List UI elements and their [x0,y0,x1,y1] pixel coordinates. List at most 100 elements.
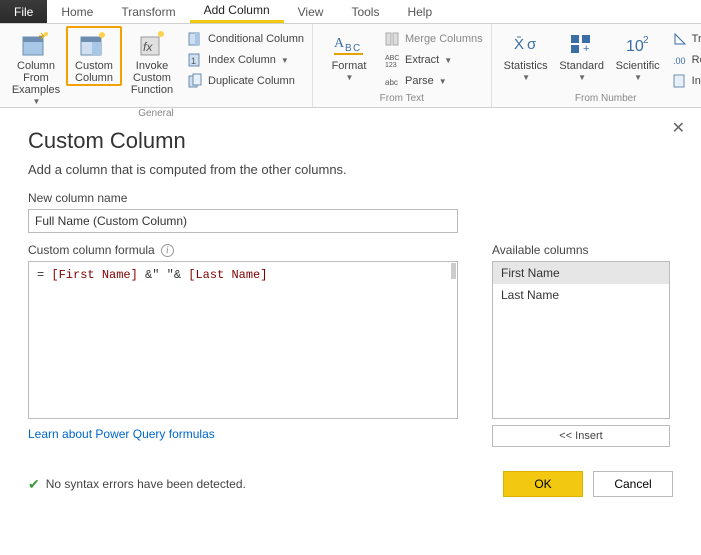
ribbon: Column From Examples ▼ Custom Column fx … [0,24,701,108]
tab-transform[interactable]: Transform [107,0,189,23]
merge-icon [385,31,401,47]
duplicate-column-label: Duplicate Column [208,75,295,87]
group-from-text-label: From Text [319,93,485,107]
chevron-down-icon: ▼ [444,56,452,65]
formula-input[interactable]: = [First Name] &" "& [Last Name] [28,261,458,419]
custom-column-label: Custom Column [68,60,120,84]
conditional-column-button[interactable]: Conditional Column [186,30,306,48]
svg-text:10: 10 [626,38,644,55]
standard-icon: + [566,30,598,58]
dialog-subtitle: Add a column that is computed from the o… [28,162,673,177]
svg-text:123: 123 [385,62,397,68]
extract-button[interactable]: ABC123 Extract ▼ [383,51,485,69]
svg-text:+: + [583,43,589,55]
parse-label: Parse [405,75,434,87]
round-label: Rou [692,54,701,66]
svg-text:X̄: X̄ [514,36,524,53]
trigonometry-button[interactable]: Trig [670,30,701,48]
svg-text:ABC: ABC [385,55,399,62]
info-icon [672,73,688,89]
scientific-button[interactable]: 102 Scientific▼ [610,26,666,84]
extract-icon: ABC123 [385,52,401,68]
svg-text:1: 1 [191,56,196,66]
info-icon[interactable]: i [161,244,174,257]
table-spark-icon [20,30,52,58]
tab-file[interactable]: File [0,0,47,23]
format-icon: ABC [333,30,365,58]
custom-column-dialog: ✕ Custom Column Add a column that is com… [0,108,701,515]
dialog-title: Custom Column [28,128,673,154]
new-column-name-input[interactable] [28,209,458,233]
ok-button[interactable]: OK [503,471,583,497]
close-icon[interactable]: ✕ [672,118,685,138]
svg-text:A: A [334,36,345,51]
format-label: Format [332,60,367,72]
group-from-number: X̄σ Statistics▼ + Standard▼ 102 Scientif… [492,24,701,107]
chevron-down-icon: ▼ [578,72,586,84]
statistics-button[interactable]: X̄σ Statistics▼ [498,26,554,84]
tab-tools[interactable]: Tools [337,0,393,23]
status-text: No syntax errors have been detected. [46,477,246,491]
trig-label: Trig [692,33,701,45]
fx-spark-icon: fx [136,30,168,58]
custom-column-button[interactable]: Custom Column [66,26,122,86]
learn-link[interactable]: Learn about Power Query formulas [28,427,215,441]
format-button[interactable]: ABC Format ▼ [319,26,379,84]
formula-label: Custom column formula i [28,243,458,257]
insert-button[interactable]: << Insert [492,425,670,447]
chevron-down-icon: ▼ [33,96,41,108]
standard-button[interactable]: + Standard▼ [554,26,610,84]
formula-label-text: Custom column formula [28,243,155,257]
svg-text:C: C [353,43,360,54]
duplicate-column-button[interactable]: Duplicate Column [186,72,306,90]
index-icon: 1 [188,52,204,68]
triangle-icon [672,31,688,47]
merge-columns-button[interactable]: Merge Columns [383,30,485,48]
merge-columns-label: Merge Columns [405,33,483,45]
chevron-down-icon: ▼ [281,56,289,65]
chevron-down-icon: ▼ [634,72,642,84]
tab-home[interactable]: Home [47,0,107,23]
invoke-custom-function-button[interactable]: fx Invoke Custom Function [122,26,182,96]
tab-help[interactable]: Help [393,0,446,23]
svg-text:B: B [345,43,352,54]
parse-button[interactable]: abc Parse ▼ [383,72,485,90]
status-message: ✔ No syntax errors have been detected. [28,476,246,493]
svg-text:2: 2 [643,35,649,46]
parse-icon: abc [385,73,401,89]
chevron-down-icon: ▼ [439,77,447,86]
index-column-button[interactable]: 1 Index Column ▼ [186,51,306,69]
invoke-custom-function-label: Invoke Custom Function [122,60,182,96]
available-columns-label: Available columns [492,243,670,257]
list-item[interactable]: First Name [493,262,669,284]
round-icon: .00 [672,52,688,68]
information-button[interactable]: Info [670,72,701,90]
conditional-icon [188,31,204,47]
column-from-examples-button[interactable]: Column From Examples ▼ [6,26,66,108]
scientific-icon: 102 [622,30,654,58]
group-from-number-label: From Number [498,93,701,107]
group-general: Column From Examples ▼ Custom Column fx … [0,24,313,107]
list-item[interactable]: Last Name [493,284,669,306]
chevron-down-icon: ▼ [522,72,530,84]
rounding-button[interactable]: .00 Rou [670,51,701,69]
column-from-examples-label: Column From Examples [6,60,66,96]
group-from-text: ABC Format ▼ Merge Columns ABC123 Extrac… [313,24,492,107]
ribbon-tabs: File Home Transform Add Column View Tool… [0,0,701,24]
standard-label: Standard [559,60,604,72]
index-column-label: Index Column [208,54,276,66]
sigma-icon: X̄σ [510,30,542,58]
info-label: Info [692,75,701,87]
check-icon: ✔ [28,476,40,493]
cancel-button[interactable]: Cancel [593,471,673,497]
conditional-column-label: Conditional Column [208,33,304,45]
svg-text:abc: abc [385,78,398,87]
scrollbar-thumb[interactable] [451,263,456,279]
table-spark-icon [78,30,110,58]
svg-text:fx: fx [143,40,153,54]
tab-add-column[interactable]: Add Column [190,0,284,23]
scientific-label: Scientific [616,60,660,72]
available-columns-list[interactable]: First Name Last Name [492,261,670,419]
tab-view[interactable]: View [284,0,338,23]
svg-text:σ: σ [527,36,537,53]
